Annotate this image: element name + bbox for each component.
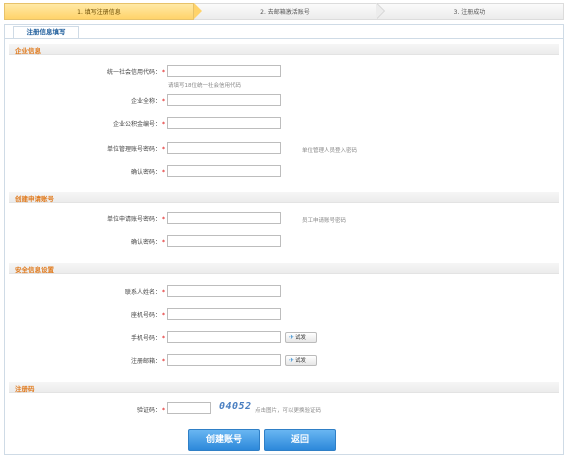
tab-divider	[5, 38, 563, 39]
section-security: 安全信息设置	[9, 263, 559, 274]
mobile-input[interactable]	[167, 331, 281, 343]
captcha-image[interactable]: 04052	[219, 401, 252, 412]
credit-code-input[interactable]	[167, 65, 281, 77]
landline-input[interactable]	[167, 308, 281, 320]
captcha-hint: 点击图片，可以更换验证码	[255, 408, 322, 414]
section-company: 企业信息	[9, 44, 559, 55]
company-name-input[interactable]	[167, 94, 281, 106]
captcha-input[interactable]	[167, 402, 211, 414]
mobile-test-send-button[interactable]: ✈试发	[285, 332, 317, 343]
contact-name-input[interactable]	[167, 285, 281, 297]
section-account: 创建申请账号	[9, 192, 559, 203]
section-regcode: 注册码	[9, 382, 559, 393]
apply-password-hint: 员工申请账号密码	[302, 218, 347, 224]
back-button[interactable]: 返回	[264, 429, 336, 451]
credit-code-label: 统一社会信用代码：*	[106, 69, 165, 76]
step-fill-info: 1. 填写注册信息	[4, 3, 194, 20]
confirm-password-2-input[interactable]	[167, 235, 281, 247]
email-test-send-button[interactable]: ✈试发	[285, 355, 317, 366]
company-name-label: 企业全称：*	[130, 98, 165, 105]
section-security-title: 安全信息设置	[15, 266, 54, 274]
captcha-label: 验证码：*	[136, 407, 165, 414]
apply-password-input[interactable]	[167, 212, 281, 224]
admin-password-label: 单位管理账号密码：*	[106, 146, 165, 153]
admin-password-hint: 单位管理人员登入密码	[302, 148, 358, 154]
confirm-password-1-label: 确认密码：*	[130, 169, 165, 176]
credit-code-hint: 请填写18位统一社会信用代码	[168, 83, 241, 89]
create-account-button[interactable]: 创建账号	[188, 429, 260, 451]
landline-label: 座机号码：*	[130, 312, 165, 319]
fund-no-input[interactable]	[167, 117, 281, 129]
email-input[interactable]	[167, 354, 281, 366]
email-label: 注册邮箱：*	[130, 358, 165, 365]
fund-no-label: 企业公积金编号：*	[112, 121, 165, 128]
send-icon: ✈	[289, 357, 295, 364]
step-success: 3. 注册成功	[376, 3, 564, 20]
send-icon: ✈	[289, 334, 295, 341]
section-regcode-title: 注册码	[15, 385, 35, 393]
section-account-title: 创建申请账号	[15, 195, 54, 203]
section-company-title: 企业信息	[15, 47, 41, 55]
step-activate-email: 2. 去邮箱激活账号	[194, 3, 376, 20]
registration-panel: 注册信息填写 企业信息 统一社会信用代码：* 请填写18位统一社会信用代码 企业…	[4, 24, 564, 455]
mobile-label: 手机号码：*	[130, 335, 165, 342]
step-arrow-1	[194, 3, 202, 19]
apply-password-label: 单位申请账号密码：*	[106, 216, 165, 223]
confirm-password-2-label: 确认密码：*	[130, 239, 165, 246]
tab-registration-info[interactable]: 注册信息填写	[13, 26, 79, 38]
contact-name-label: 联系人姓名：*	[124, 289, 165, 296]
admin-password-input[interactable]	[167, 142, 281, 154]
confirm-password-1-input[interactable]	[167, 165, 281, 177]
step-arrow-2	[376, 3, 384, 19]
registration-steps: 1. 填写注册信息 2. 去邮箱激活账号 3. 注册成功	[4, 3, 564, 20]
